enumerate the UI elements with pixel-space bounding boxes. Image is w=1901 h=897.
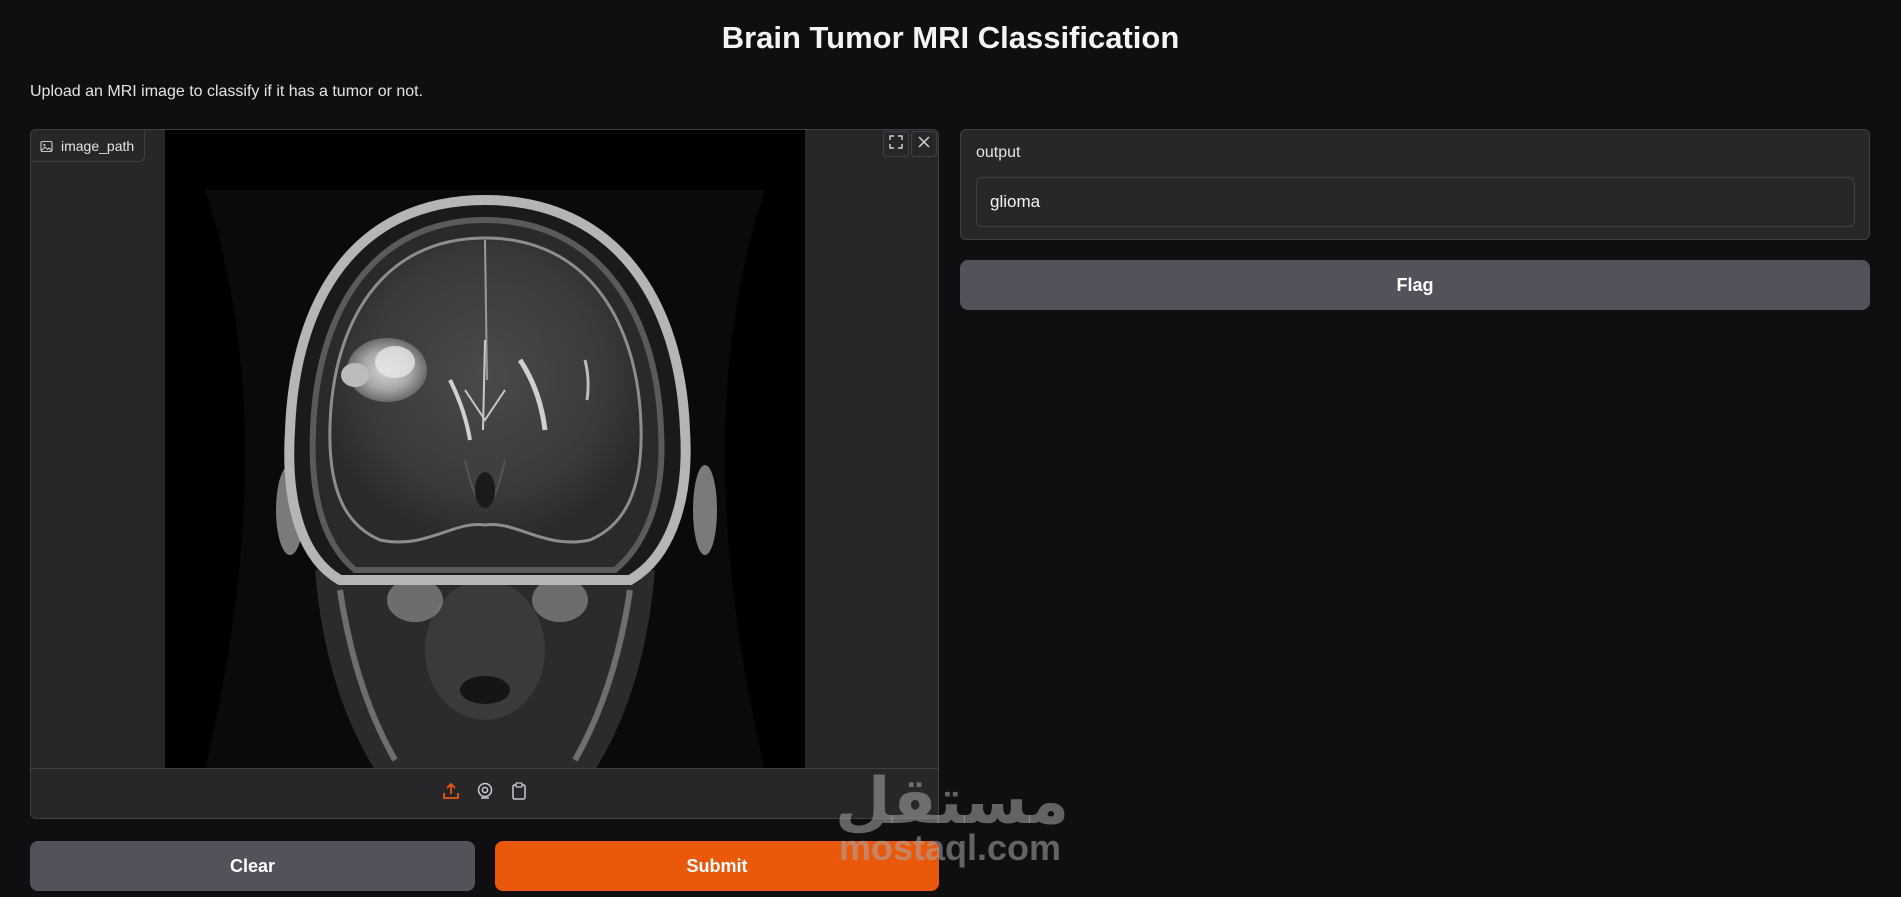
image-input-label-text: image_path — [61, 138, 135, 154]
page-description: Upload an MRI image to classify if it ha… — [30, 83, 424, 100]
image-input-label: image_path — [32, 131, 146, 162]
flag-button[interactable]: Flag — [960, 260, 1870, 310]
upload-button[interactable] — [440, 782, 462, 805]
close-icon — [917, 135, 931, 154]
app-root: Brain Tumor MRI Classification Upload an… — [0, 0, 1901, 897]
fullscreen-button[interactable] — [883, 131, 909, 157]
webcam-icon — [476, 782, 494, 805]
clipboard-button[interactable] — [508, 782, 530, 805]
upload-icon — [442, 782, 460, 805]
webcam-button[interactable] — [474, 782, 496, 805]
output-panel: output glioma — [960, 129, 1870, 240]
image-controls — [883, 131, 937, 157]
output-label: output — [976, 144, 1021, 161]
clear-image-button[interactable] — [911, 131, 937, 157]
output-value: glioma — [990, 192, 1041, 211]
page-title: Brain Tumor MRI Classification — [721, 20, 1180, 55]
clipboard-icon — [511, 782, 527, 805]
image-icon — [40, 140, 53, 153]
mri-image — [165, 130, 805, 770]
submit-button[interactable]: Submit — [495, 841, 939, 891]
clear-button[interactable]: Clear — [30, 841, 475, 891]
image-source-bar — [31, 768, 938, 818]
image-input[interactable]: image_path — [30, 129, 939, 819]
fullscreen-icon — [889, 134, 903, 154]
output-textbox[interactable]: glioma — [976, 177, 1855, 227]
